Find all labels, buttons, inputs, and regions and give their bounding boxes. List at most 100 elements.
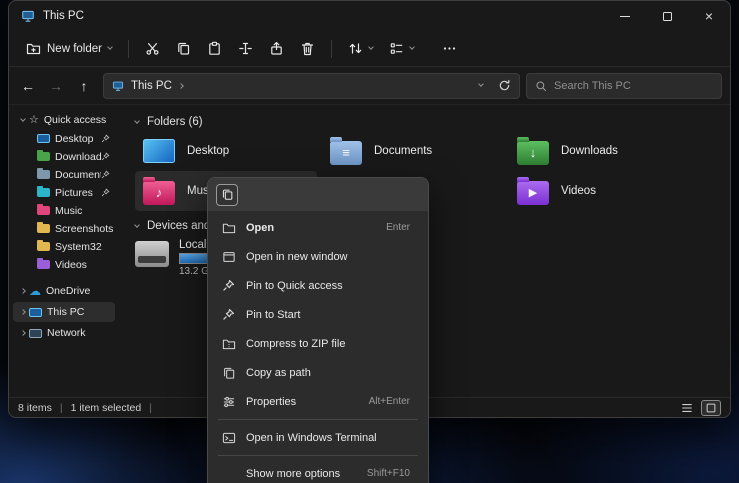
folder-tile-downloads[interactable]: Downloads — [509, 131, 691, 171]
toolbar-divider — [128, 40, 129, 58]
sidebar-item-documents[interactable]: Documents — [13, 166, 115, 183]
pin-icon — [101, 170, 110, 179]
desktop-icon — [37, 134, 50, 143]
up-button[interactable]: ↑ — [71, 73, 97, 99]
title-bar[interactable]: This PC × — [9, 1, 730, 31]
sidebar-item-desktop[interactable]: Desktop — [13, 130, 115, 147]
menu-item-pin-to-quick-access[interactable]: Pin to Quick access — [212, 271, 424, 300]
desktop-icon — [143, 139, 175, 163]
pin-icon — [220, 308, 237, 321]
hard-drive-icon — [135, 241, 169, 267]
videos-folder-icon — [37, 260, 50, 269]
chevron-right-icon — [20, 309, 26, 315]
more-options-button[interactable] — [435, 36, 464, 61]
pin-icon — [101, 188, 110, 197]
delete-button[interactable] — [293, 36, 322, 61]
pin-icon — [101, 134, 110, 143]
new-folder-label: New folder — [47, 43, 102, 55]
minimize-icon — [620, 16, 630, 17]
cut-button[interactable] — [138, 36, 167, 61]
sidebar-item-this-pc[interactable]: This PC — [13, 302, 115, 322]
refresh-button[interactable] — [498, 79, 511, 92]
close-button[interactable]: × — [688, 1, 730, 31]
menu-item-properties[interactable]: Properties Alt+Enter — [212, 387, 424, 416]
sidebar-item-network[interactable]: Network — [13, 323, 115, 343]
view-button[interactable] — [382, 36, 421, 61]
chevron-down-icon — [409, 44, 415, 50]
sidebar-item-quick-access[interactable]: ☆ Quick access — [13, 111, 115, 129]
onedrive-cloud-icon: ☁ — [29, 285, 41, 297]
desktop-wallpaper: This PC × New folder — [0, 0, 739, 483]
share-button[interactable] — [262, 36, 291, 61]
chevron-down-icon — [20, 116, 26, 122]
maximize-button[interactable] — [646, 1, 688, 31]
chevron-down-icon — [107, 44, 113, 50]
breadcrumb[interactable]: This PC — [131, 80, 172, 92]
menu-item-show-more-options[interactable]: Show more options Shift+F10 — [212, 459, 424, 483]
chevron-right-icon — [20, 330, 26, 336]
music-folder-icon — [143, 181, 175, 205]
new-folder-button[interactable]: New folder — [19, 36, 119, 61]
window-controls: × — [604, 1, 730, 31]
rename-button[interactable] — [231, 36, 260, 61]
menu-item-open-in-new-window[interactable]: Open in new window — [212, 242, 424, 271]
details-view-button[interactable] — [677, 400, 697, 416]
zip-folder-icon — [220, 337, 237, 351]
view-toggles — [677, 400, 721, 416]
address-bar[interactable]: This PC — [103, 73, 520, 99]
back-button[interactable]: ← — [15, 73, 41, 99]
system32-folder-icon — [37, 242, 50, 251]
menu-item-open[interactable]: Open Enter — [212, 213, 424, 242]
large-icons-view-button[interactable] — [701, 400, 721, 416]
copy-button[interactable] — [169, 36, 198, 61]
menu-item-pin-to-start[interactable]: Pin to Start — [212, 300, 424, 329]
folder-tile-videos[interactable]: Videos — [509, 171, 691, 211]
sidebar-item-downloads[interactable]: Downloads — [13, 148, 115, 165]
music-folder-icon — [37, 206, 50, 215]
address-dropdown-icon[interactable] — [478, 81, 484, 87]
status-divider: | — [149, 402, 152, 414]
pin-icon — [101, 152, 110, 161]
context-menu-quick-actions — [208, 178, 428, 211]
menu-item-compress-to-zip[interactable]: Compress to ZIP file — [212, 329, 424, 358]
chevron-right-icon[interactable] — [178, 83, 184, 89]
search-input[interactable] — [554, 80, 713, 92]
collapse-chevron-icon — [134, 118, 140, 124]
sidebar-item-pictures[interactable]: Pictures — [13, 184, 115, 201]
paste-button[interactable] — [200, 36, 229, 61]
item-count: 8 items — [18, 402, 52, 414]
forward-button[interactable]: → — [43, 73, 69, 99]
downloads-folder-icon — [517, 141, 549, 165]
maximize-icon — [663, 12, 672, 21]
new-folder-icon — [26, 41, 41, 56]
properties-icon — [220, 395, 237, 409]
folder-tile-documents[interactable]: Documents — [322, 131, 504, 171]
context-menu: Open Enter Open in new window Pin to Qui… — [207, 177, 429, 483]
terminal-icon — [220, 431, 237, 445]
menu-separator — [218, 455, 418, 456]
chevron-right-icon — [20, 288, 26, 294]
menu-item-open-in-windows-terminal[interactable]: Open in Windows Terminal — [212, 423, 424, 452]
sidebar-item-onedrive[interactable]: ☁ OneDrive — [13, 281, 115, 301]
menu-item-copy-as-path[interactable]: Copy as path — [212, 358, 424, 387]
sidebar-item-music[interactable]: Music — [13, 202, 115, 219]
sidebar-item-screenshots[interactable]: Screenshots — [13, 220, 115, 237]
minimize-button[interactable] — [604, 1, 646, 31]
search-box[interactable] — [526, 73, 722, 99]
selection-count: 1 item selected — [71, 402, 142, 414]
sidebar-item-videos[interactable]: Videos — [13, 256, 115, 273]
open-folder-icon — [220, 221, 237, 235]
videos-folder-icon — [517, 181, 549, 205]
copy-path-icon — [220, 366, 237, 380]
pin-icon — [220, 279, 237, 292]
folders-section-header[interactable]: Folders (6) — [135, 113, 730, 131]
search-icon — [535, 80, 547, 92]
pictures-folder-icon — [37, 188, 50, 197]
copy-quick-action-button[interactable] — [216, 184, 238, 206]
network-icon — [29, 329, 42, 338]
folder-tile-desktop[interactable]: Desktop — [135, 131, 317, 171]
sort-button[interactable] — [341, 36, 380, 61]
sidebar-item-system32[interactable]: System32 — [13, 238, 115, 255]
downloads-folder-icon — [37, 152, 50, 161]
close-icon: × — [705, 9, 713, 23]
